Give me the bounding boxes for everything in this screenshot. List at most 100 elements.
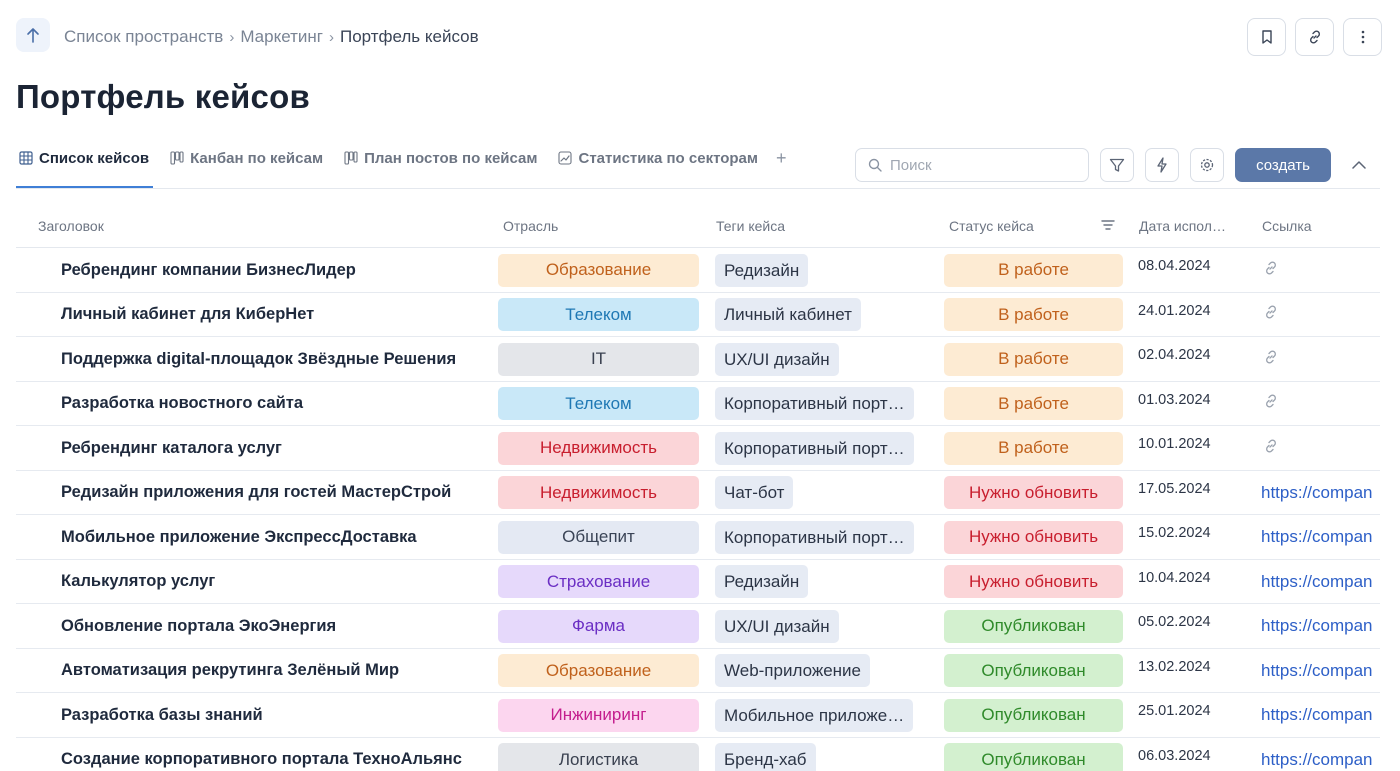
table-row[interactable]: Мобильное приложение ЭкспрессДоставка Общ… <box>16 515 1380 560</box>
tag-badge: Web-приложение <box>715 654 871 687</box>
column-header-status[interactable]: Статус кейса <box>949 218 1034 234</box>
case-title[interactable]: Разработка новостного сайта <box>61 382 303 426</box>
link-cell: https://compan <box>1261 649 1380 693</box>
top-bar: Список пространств › Маркетинг › Портфел… <box>16 18 1382 56</box>
chart-icon <box>557 151 572 166</box>
settings-button[interactable] <box>1190 148 1224 182</box>
case-title[interactable]: Автоматизация рекрутинга Зелёный Мир <box>61 649 399 693</box>
case-title[interactable]: Ребрендинг каталога услуг <box>61 426 282 470</box>
status-cell: Нужно обновить <box>944 515 1123 559</box>
date-cell: 25.01.2024 <box>1138 703 1211 719</box>
tab-case-list[interactable]: Список кейсов <box>16 140 154 188</box>
link-cell <box>1261 382 1380 426</box>
link-cell <box>1261 337 1380 381</box>
column-header-title[interactable]: Заголовок <box>38 218 104 234</box>
case-link[interactable]: https://compan <box>1261 750 1373 770</box>
table-row[interactable]: Создание корпоративного портала ТехноАль… <box>16 738 1380 771</box>
filter-button[interactable] <box>1100 148 1134 182</box>
search-input[interactable] <box>890 156 1070 174</box>
date-cell: 24.01.2024 <box>1138 302 1211 319</box>
table-row[interactable]: Разработка новостного сайта Телеком Корпор… <box>16 382 1380 426</box>
copy-link-button[interactable] <box>1295 18 1334 56</box>
tab-label: Статистика по секторам <box>578 149 758 167</box>
kanban-icon <box>343 151 358 166</box>
status-cell: Опубликован <box>944 604 1123 648</box>
bookmark-button[interactable] <box>1247 18 1286 56</box>
status-cell: В работе <box>944 382 1123 426</box>
case-link[interactable]: https://compan <box>1261 661 1373 681</box>
column-header-date[interactable]: Дата испол… <box>1139 218 1226 234</box>
breadcrumb-item-marketing[interactable]: Маркетинг <box>240 27 323 47</box>
case-link[interactable]: https://compan <box>1261 705 1373 725</box>
navigate-up-button[interactable] <box>16 18 50 52</box>
industry-cell: Недвижимость <box>498 426 699 470</box>
case-link[interactable]: https://compan <box>1261 527 1373 547</box>
sort-icon[interactable] <box>1101 218 1115 234</box>
case-link[interactable]: https://compan <box>1261 616 1373 636</box>
column-header-tags[interactable]: Теги кейса <box>716 218 785 234</box>
tags-cell: Web-приложение <box>715 649 871 693</box>
status-badge: В работе <box>944 431 1123 465</box>
industry-badge: IT <box>498 342 699 376</box>
industry-badge: Логистика <box>498 743 699 771</box>
industry-cell: Телеком <box>498 382 699 426</box>
tag-badge: Редизайн <box>715 565 809 598</box>
tabs-divider <box>16 188 1380 189</box>
breadcrumb-item-spaces[interactable]: Список пространств <box>64 27 223 47</box>
tab-posts-plan[interactable]: План постов по кейсам <box>341 140 539 176</box>
cases-table: Заголовок Отрасль Теги кейса Статус кейс… <box>16 204 1380 771</box>
case-title[interactable]: Ребрендинг компании БизнесЛидер <box>61 248 356 292</box>
tab-sector-stats[interactable]: Статистика по секторам <box>555 140 760 176</box>
table-row[interactable]: Калькулятор услуг Страхование Редизайн Нужн… <box>16 560 1380 604</box>
column-header-link[interactable]: Ссылка <box>1262 218 1312 234</box>
case-title[interactable]: Обновление портала ЭкоЭнергия <box>61 604 336 648</box>
status-cell: Нужно обновить <box>944 471 1123 515</box>
case-link[interactable]: https://compan <box>1261 483 1373 503</box>
date-cell: 10.01.2024 <box>1138 436 1211 452</box>
create-button[interactable]: создать <box>1235 148 1331 182</box>
industry-cell: Образование <box>498 248 699 292</box>
more-options-button[interactable] <box>1343 18 1382 56</box>
tab-label: Канбан по кейсам <box>190 149 324 167</box>
status-cell: В работе <box>944 293 1123 337</box>
link-icon[interactable] <box>1263 304 1279 325</box>
link-icon[interactable] <box>1263 438 1279 459</box>
table-header: Заголовок Отрасль Теги кейса Статус кейс… <box>16 204 1380 248</box>
case-title[interactable]: Редизайн приложения для гостей МастерСтр… <box>61 471 451 515</box>
lightning-icon <box>1157 157 1167 173</box>
tab-kanban[interactable]: Канбан по кейсам <box>167 140 325 176</box>
tags-cell: Редизайн <box>715 560 809 604</box>
case-title[interactable]: Создание корпоративного портала ТехноАль… <box>61 738 462 771</box>
table-row[interactable]: Личный кабинет для КиберНет Телеком Личный… <box>16 293 1380 337</box>
industry-badge: Образование <box>498 253 699 287</box>
kanban-icon <box>169 151 184 166</box>
case-title[interactable]: Мобильное приложение ЭкспрессДоставка <box>61 515 417 559</box>
filter-icon <box>1109 158 1125 172</box>
automation-button[interactable] <box>1145 148 1179 182</box>
link-icon[interactable] <box>1263 393 1279 414</box>
column-header-industry[interactable]: Отрасль <box>503 218 558 234</box>
case-title[interactable]: Разработка базы знаний <box>61 693 263 737</box>
status-cell: В работе <box>944 426 1123 470</box>
table-row[interactable]: Редизайн приложения для гостей МастерСтр… <box>16 471 1380 515</box>
case-title[interactable]: Калькулятор услуг <box>61 560 215 604</box>
date-cell: 08.04.2024 <box>1138 258 1211 274</box>
tag-badge: Корпоративный порт… <box>715 520 914 554</box>
case-title[interactable]: Личный кабинет для КиберНет <box>61 293 314 337</box>
table-row[interactable]: Поддержка digital-площадок Звёздные Реше… <box>16 337 1380 382</box>
table-row[interactable]: Ребрендинг каталога услуг Недвижимость Кор… <box>16 426 1380 471</box>
status-cell: В работе <box>944 337 1123 381</box>
collapse-button[interactable] <box>1342 148 1376 182</box>
case-link[interactable]: https://compan <box>1261 572 1373 592</box>
industry-cell: Логистика <box>498 738 699 771</box>
table-row[interactable]: Ребрендинг компании БизнесЛидер Образован… <box>16 248 1380 293</box>
case-title[interactable]: Поддержка digital-площадок Звёздные Реше… <box>61 337 456 381</box>
table-row[interactable]: Обновление портала ЭкоЭнергия Фарма UX/UI … <box>16 604 1380 649</box>
link-icon[interactable] <box>1263 349 1279 370</box>
add-tab-button[interactable]: + <box>776 140 787 176</box>
table-row[interactable]: Разработка базы знаний Инжиниринг Мобильно… <box>16 693 1380 738</box>
link-icon[interactable] <box>1263 260 1279 281</box>
table-row[interactable]: Автоматизация рекрутинга Зелёный Мир Обра… <box>16 649 1380 693</box>
link-cell: https://compan <box>1261 693 1380 737</box>
date-cell: 06.03.2024 <box>1138 747 1211 764</box>
